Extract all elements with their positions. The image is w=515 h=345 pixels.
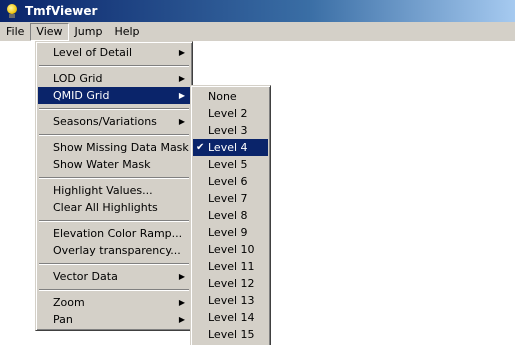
menu-item-label: Seasons/Variations (53, 115, 157, 128)
qmid-item-level-3[interactable]: Level 3 (193, 122, 268, 139)
menu-item-label: Level 7 (208, 192, 248, 205)
menu-separator (39, 289, 189, 291)
menu-item-show-missing-data-mask[interactable]: Show Missing Data Mask (38, 139, 190, 156)
menu-item-label: Level 6 (208, 175, 248, 188)
submenu-arrow-icon: ▶ (178, 48, 185, 57)
menu-item-seasons-variations[interactable]: Seasons/Variations ▶ (38, 113, 190, 130)
qmid-item-level-6[interactable]: Level 6 (193, 173, 268, 190)
qmid-item-level-2[interactable]: Level 2 (193, 105, 268, 122)
menu-item-lod-grid[interactable]: LOD Grid ▶ (38, 70, 190, 87)
menu-item-label: Level 2 (208, 107, 248, 120)
qmid-item-level-15[interactable]: Level 15 (193, 326, 268, 343)
title-bar[interactable]: TmfViewer (0, 0, 515, 22)
menu-file[interactable]: File (0, 23, 30, 41)
submenu-arrow-icon: ▶ (178, 298, 185, 307)
submenu-arrow-icon: ▶ (178, 91, 185, 100)
menu-help[interactable]: Help (108, 23, 145, 41)
qmid-item-level-14[interactable]: Level 14 (193, 309, 268, 326)
menu-item-label: Highlight Values... (53, 184, 153, 197)
menu-item-highlight-values[interactable]: Highlight Values... (38, 182, 190, 199)
menu-separator (39, 108, 189, 110)
menu-jump[interactable]: Jump (69, 23, 109, 41)
qmid-item-level-7[interactable]: Level 7 (193, 190, 268, 207)
menu-item-label: Vector Data (53, 270, 118, 283)
menu-item-label: Level 13 (208, 294, 255, 307)
menu-item-label: QMID Grid (53, 89, 110, 102)
menu-item-label: Level 8 (208, 209, 248, 222)
qmid-item-level-8[interactable]: Level 8 (193, 207, 268, 224)
qmid-grid-submenu: None Level 2 Level 3 ✔ Level 4 Level 5 L… (190, 85, 271, 345)
menu-item-zoom[interactable]: Zoom ▶ (38, 294, 190, 311)
menu-item-label: Elevation Color Ramp... (53, 227, 183, 240)
window-title: TmfViewer (25, 4, 98, 18)
menu-item-label: LOD Grid (53, 72, 103, 85)
menu-separator (39, 220, 189, 222)
app-window: TmfViewer File View Jump Help Level of D… (0, 0, 515, 345)
menu-item-label: Level 5 (208, 158, 248, 171)
menu-item-qmid-grid[interactable]: QMID Grid ▶ (38, 87, 190, 104)
menu-separator (39, 134, 189, 136)
menu-item-label: Overlay transparency... (53, 244, 181, 257)
submenu-arrow-icon: ▶ (178, 74, 185, 83)
view-menu: Level of Detail ▶ LOD Grid ▶ QMID Grid ▶… (35, 41, 193, 331)
menu-item-label: Zoom (53, 296, 85, 309)
menu-item-label: Clear All Highlights (53, 201, 158, 214)
menu-item-label: Level 11 (208, 260, 255, 273)
menu-item-elevation-color-ramp[interactable]: Elevation Color Ramp... (38, 225, 190, 242)
menu-item-label: Level of Detail (53, 46, 133, 59)
menu-separator (39, 263, 189, 265)
qmid-item-level-5[interactable]: Level 5 (193, 156, 268, 173)
submenu-arrow-icon: ▶ (178, 315, 185, 324)
menu-item-label: Level 15 (208, 328, 255, 341)
menu-item-label: Level 4 (208, 141, 248, 154)
menu-bar: File View Jump Help (0, 22, 515, 42)
menu-item-overlay-transparency[interactable]: Overlay transparency... (38, 242, 190, 259)
qmid-item-level-12[interactable]: Level 12 (193, 275, 268, 292)
menu-item-label: Show Water Mask (53, 158, 151, 171)
qmid-item-level-9[interactable]: Level 9 (193, 224, 268, 241)
submenu-arrow-icon: ▶ (178, 117, 185, 126)
menu-item-label: Show Missing Data Mask (53, 141, 189, 154)
menu-item-show-water-mask[interactable]: Show Water Mask (38, 156, 190, 173)
checkmark-icon: ✔ (196, 142, 205, 153)
menu-item-pan[interactable]: Pan ▶ (38, 311, 190, 328)
menu-view[interactable]: View (30, 22, 69, 41)
menu-item-label: Level 3 (208, 124, 248, 137)
menu-item-label: Level 14 (208, 311, 255, 324)
menu-item-label: Level 12 (208, 277, 255, 290)
submenu-arrow-icon: ▶ (178, 272, 185, 281)
menu-separator (39, 65, 189, 67)
menu-item-label: Level 10 (208, 243, 255, 256)
menu-item-level-of-detail[interactable]: Level of Detail ▶ (38, 44, 190, 61)
menu-item-label: Level 9 (208, 226, 248, 239)
menu-item-vector-data[interactable]: Vector Data ▶ (38, 268, 190, 285)
qmid-item-level-4[interactable]: ✔ Level 4 (193, 139, 268, 156)
qmid-item-level-10[interactable]: Level 10 (193, 241, 268, 258)
qmid-item-level-11[interactable]: Level 11 (193, 258, 268, 275)
menu-separator (39, 177, 189, 179)
qmid-item-none[interactable]: None (193, 88, 268, 105)
menu-item-label: None (208, 90, 237, 103)
qmid-item-level-13[interactable]: Level 13 (193, 292, 268, 309)
lightbulb-icon[interactable] (4, 3, 20, 19)
menu-item-label: Pan (53, 313, 73, 326)
menu-item-clear-all-highlights[interactable]: Clear All Highlights (38, 199, 190, 216)
